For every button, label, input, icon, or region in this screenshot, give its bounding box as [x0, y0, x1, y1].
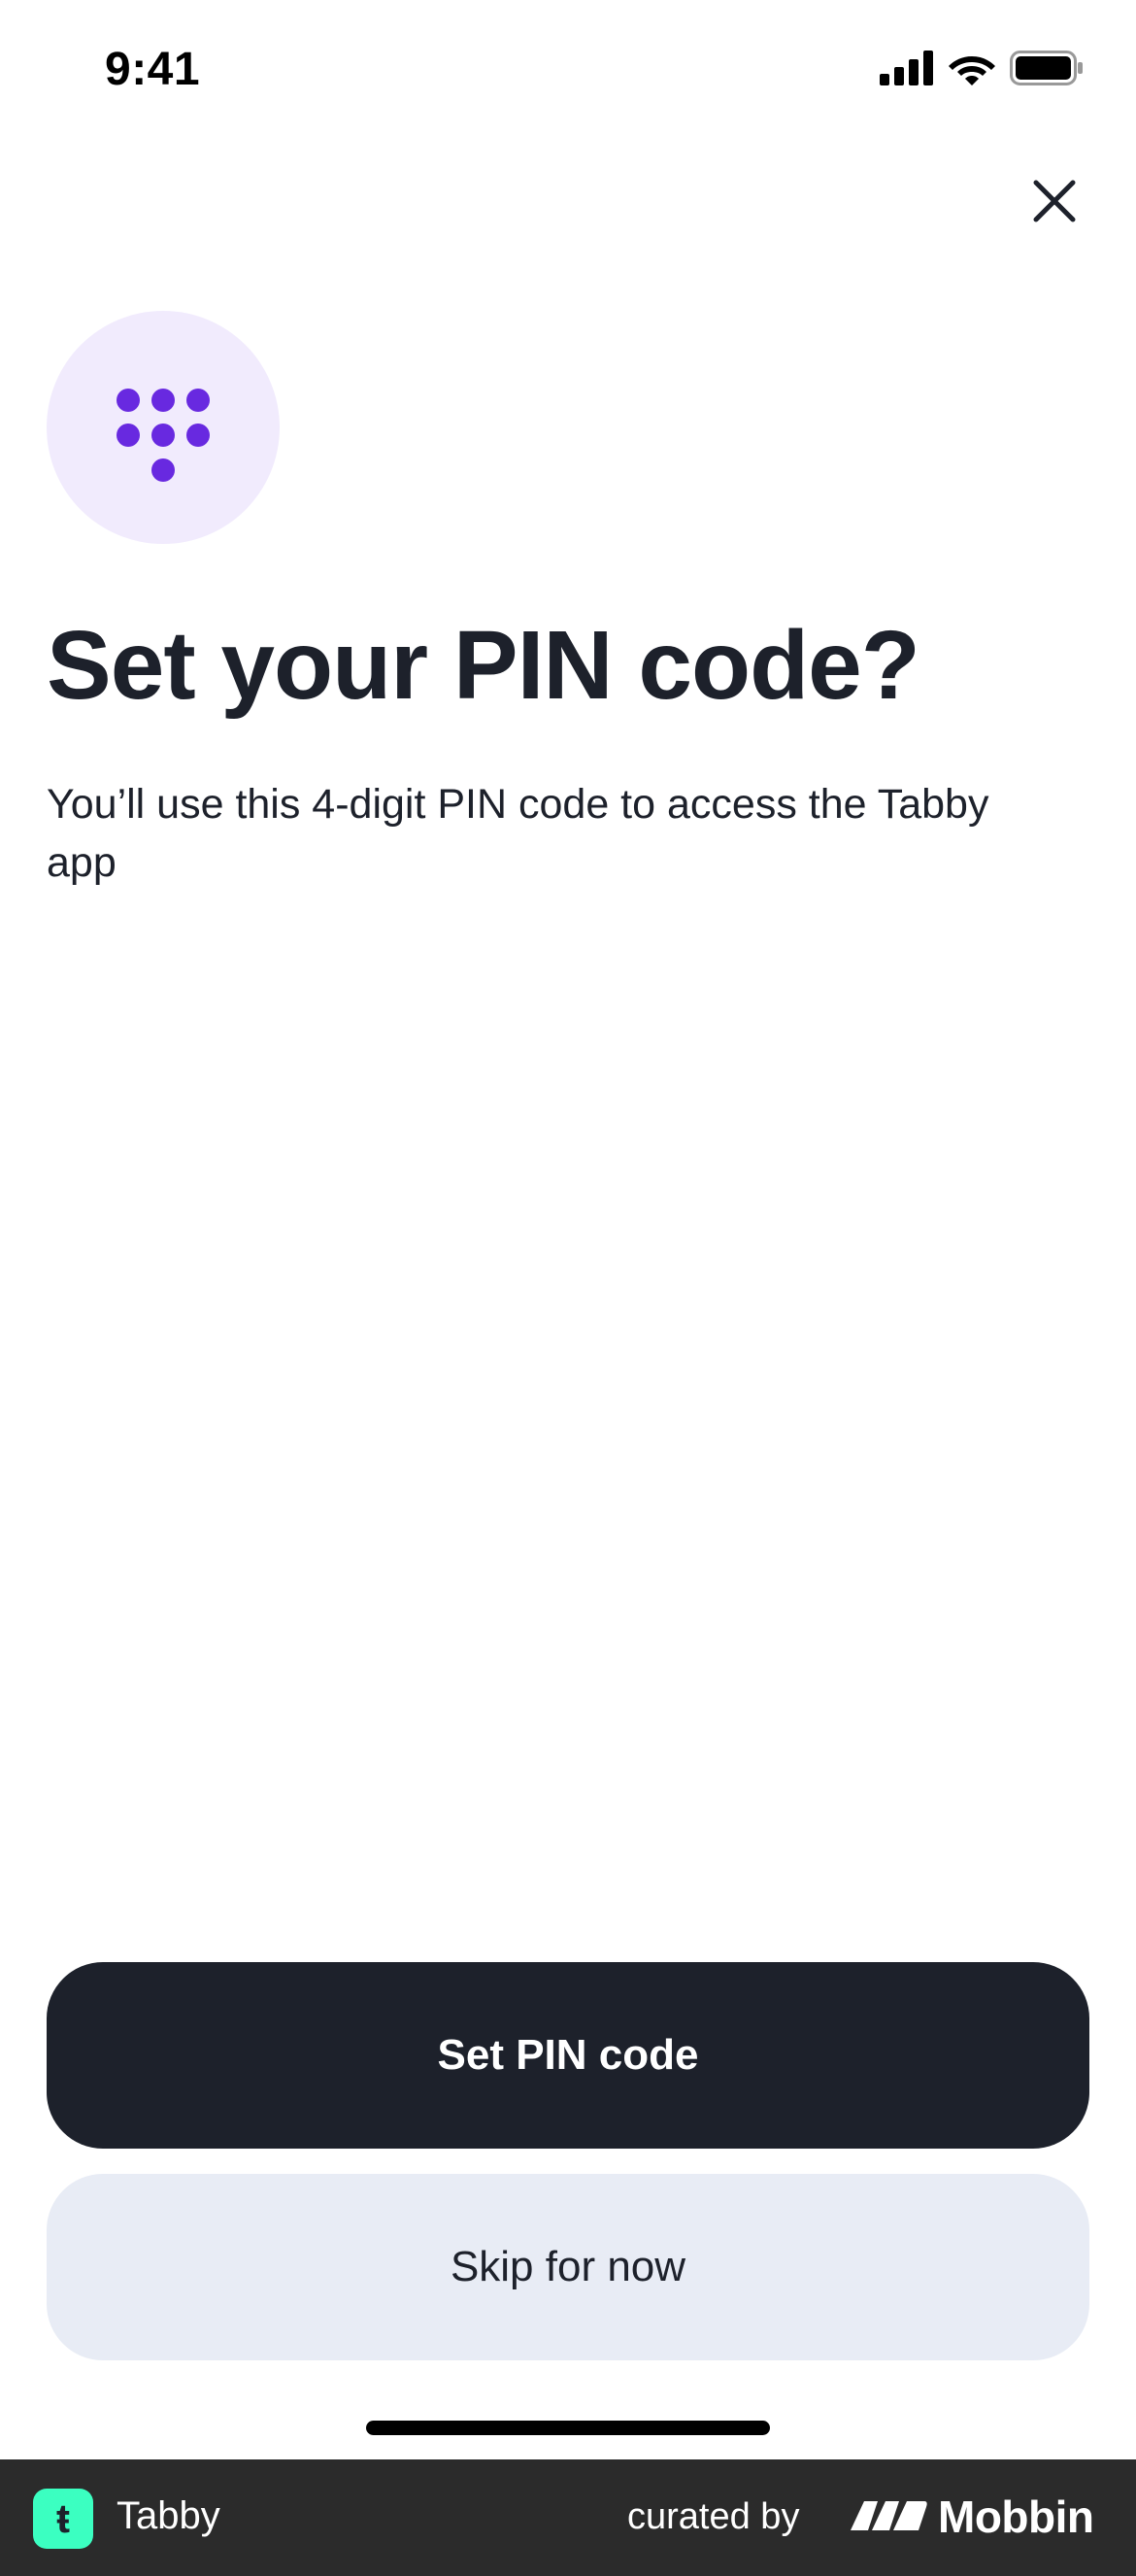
- battery-icon: [1010, 51, 1084, 90]
- set-pin-code-label: Set PIN code: [437, 2031, 699, 2079]
- keypad-badge: [47, 311, 280, 544]
- home-indicator[interactable]: [366, 2421, 770, 2435]
- keypad-dot: [186, 389, 210, 412]
- status-time: 9:41: [105, 44, 201, 95]
- tabby-logo-glyph: ŧ: [56, 2495, 70, 2541]
- status-bar: 9:41: [0, 0, 1136, 146]
- keypad-dot: [151, 389, 175, 412]
- page-subtitle: You’ll use this 4-digit PIN code to acce…: [47, 781, 989, 886]
- mobbin-logo: Mobbin: [851, 2491, 1094, 2543]
- tabby-logo-icon: ŧ: [33, 2489, 93, 2549]
- status-icons: [880, 51, 1084, 90]
- keypad-dot: [151, 424, 175, 447]
- cellular-signal-icon: [880, 51, 934, 90]
- app-name: Tabby: [117, 2494, 220, 2537]
- skip-for-now-label: Skip for now: [450, 2243, 686, 2290]
- page-title: Set your PIN code?: [47, 611, 920, 720]
- keypad-dot: [151, 458, 175, 482]
- keypad-dot: [117, 389, 140, 412]
- curated-by-label: curated by: [627, 2496, 800, 2537]
- wifi-icon: [948, 51, 996, 90]
- footer-banner: ŧ Tabby curated by Mobbin: [0, 2459, 1136, 2576]
- close-icon: [1032, 179, 1077, 228]
- keypad-dot: [117, 424, 140, 447]
- set-pin-code-button[interactable]: Set PIN code: [47, 1962, 1089, 2149]
- mobbin-wordmark: Mobbin: [938, 2491, 1094, 2542]
- skip-for-now-button[interactable]: Skip for now: [47, 2174, 1089, 2360]
- keypad-dot: [186, 424, 210, 447]
- close-button[interactable]: [1024, 173, 1085, 233]
- mobbin-mark-icon: [851, 2495, 928, 2539]
